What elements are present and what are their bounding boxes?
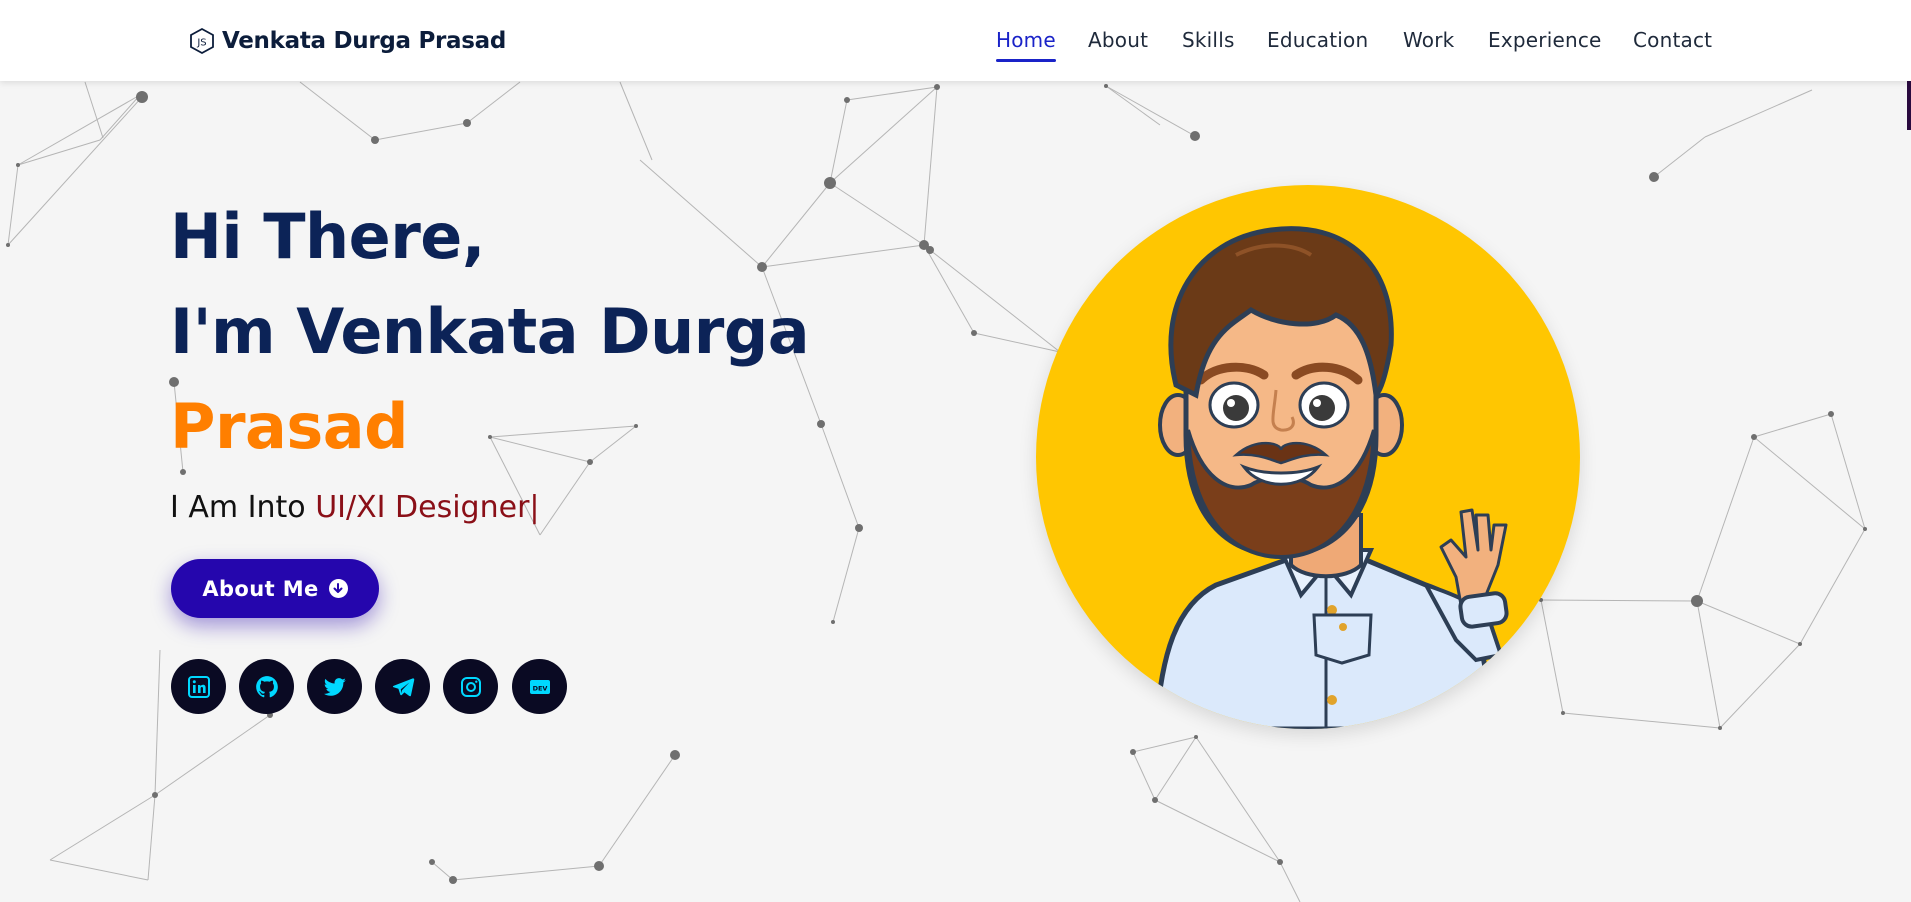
brand-logo-link[interactable]: JS Venkata Durga Prasad: [188, 24, 506, 58]
arrow-circle-down-icon: [328, 579, 348, 598]
about-me-label: About Me: [202, 576, 319, 601]
nodejs-hexagon-icon: JS: [188, 27, 216, 55]
nav-education[interactable]: Education: [1267, 28, 1368, 52]
hero-typed-line: I Am Into UI/XI Designer|: [170, 490, 540, 525]
dev-icon-label: DEV: [532, 684, 547, 692]
dev-icon[interactable]: DEV: [512, 659, 567, 714]
cartoon-avatar-waving: [1153, 226, 1509, 729]
telegram-icon[interactable]: [375, 659, 430, 714]
hero-greeting-line-1: Hi There,: [170, 200, 485, 273]
typed-prefix: I Am Into: [170, 490, 316, 525]
svg-text:JS: JS: [196, 38, 206, 49]
hero-name-highlight: Prasad: [170, 390, 408, 463]
typed-role: UI/XI Designer: [315, 490, 530, 525]
brand-name: Venkata Durga Prasad: [222, 28, 507, 54]
hero-greeting-line-2: I'm Venkata Durga: [170, 295, 810, 368]
nav-contact[interactable]: Contact: [1633, 28, 1712, 52]
github-icon[interactable]: [239, 659, 294, 714]
typed-caret: |: [529, 490, 540, 525]
about-me-button[interactable]: About Me: [171, 559, 379, 618]
hero-section: Hi There, I'm Venkata Durga Prasad I Am …: [0, 0, 1911, 902]
nav-about[interactable]: About: [1088, 28, 1148, 52]
twitter-icon[interactable]: [307, 659, 362, 714]
nav-experience[interactable]: Experience: [1488, 28, 1602, 52]
linkedin-icon[interactable]: [171, 659, 226, 714]
instagram-icon[interactable]: [443, 659, 498, 714]
profile-avatar: [1036, 185, 1580, 729]
nav-skills[interactable]: Skills: [1182, 28, 1235, 52]
navbar: JS Venkata Durga Prasad Home About Skill…: [0, 0, 1911, 81]
nav-home[interactable]: Home: [996, 28, 1056, 62]
nav-work[interactable]: Work: [1403, 28, 1454, 52]
